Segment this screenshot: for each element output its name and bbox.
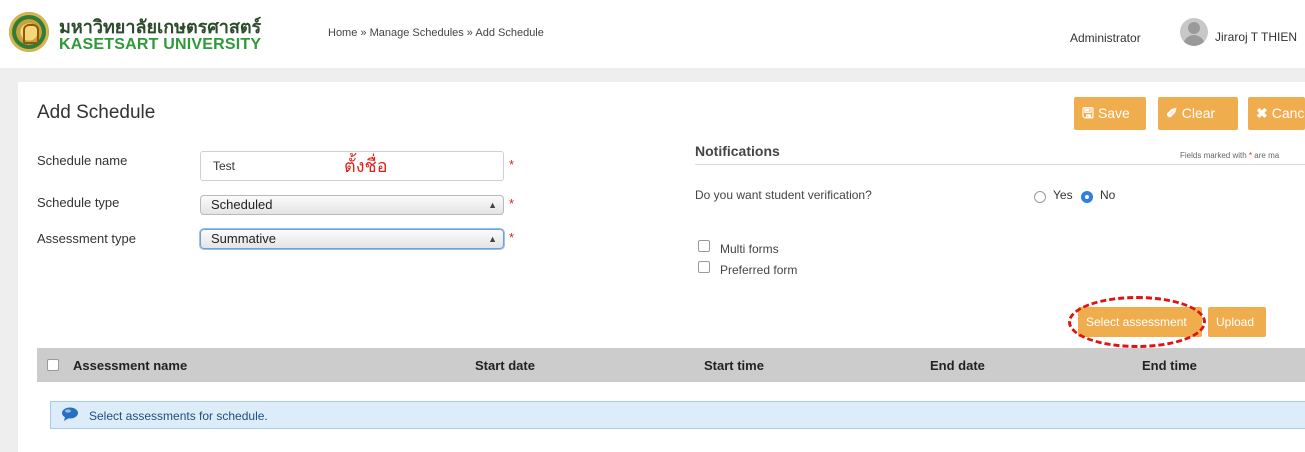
save-button[interactable]: 🖫 Save (1074, 97, 1146, 130)
radio-yes[interactable] (1034, 191, 1046, 203)
university-logo[interactable] (9, 12, 49, 52)
upload-button[interactable]: Upload (1208, 307, 1266, 337)
assessment-type-select[interactable]: Summative ▲ (200, 229, 504, 249)
preferred-form-checkbox[interactable] (698, 261, 710, 273)
cancel-button[interactable]: ✖Cancel (1248, 97, 1305, 130)
page-title: Add Schedule (37, 102, 156, 123)
speech-bubble-icon (62, 407, 78, 421)
notifications-title: Notifications (695, 143, 780, 159)
info-message: Select assessments for schedule. (89, 409, 268, 423)
annotation-thai-note: ตั้งชื่อ (344, 156, 388, 176)
schedule-type-label: Schedule type (37, 195, 120, 210)
fields-note-star: * (1248, 151, 1253, 160)
clear-label: Clear (1181, 105, 1216, 121)
schedule-name-label: Schedule name (37, 153, 128, 168)
verification-question: Do you want student verification? (695, 188, 872, 202)
schedule-type-value: Scheduled (211, 197, 273, 212)
radio-no-label[interactable]: No (1100, 188, 1115, 202)
required-asterisk: * (509, 196, 515, 211)
eraser-icon: ✐ (1166, 105, 1178, 121)
fields-note-suffix: are ma (1254, 151, 1280, 160)
select-assessment-button[interactable]: Select assessment (1078, 307, 1202, 337)
cancel-label: Cancel (1271, 105, 1305, 121)
floppy-disk-icon: 🖫 (1082, 105, 1094, 121)
assessment-type-value: Summative (211, 231, 277, 246)
assessment-table-header: Assessment name Start date Start time En… (37, 348, 1305, 382)
user-avatar-icon[interactable] (1180, 18, 1208, 46)
info-message-box: Select assessments for schedule. (50, 401, 1305, 429)
breadcrumb[interactable]: Home » Manage Schedules » Add Schedule (328, 27, 544, 39)
schedule-type-select[interactable]: Scheduled ▲ (200, 195, 504, 215)
required-asterisk: * (509, 230, 515, 245)
assessment-type-label: Assessment type (37, 231, 136, 246)
multi-forms-checkbox[interactable] (698, 240, 710, 252)
multi-forms-label[interactable]: Multi forms (720, 242, 779, 256)
main-panel (18, 82, 1305, 452)
required-fields-note: Fields marked with * are ma (1180, 151, 1279, 160)
university-name-english: KASETSART UNIVERSITY (59, 36, 262, 53)
close-icon: ✖ (1256, 105, 1268, 121)
user-name[interactable]: Jiraroj T THIEN (1215, 30, 1297, 44)
column-end-time[interactable]: End time (1142, 358, 1197, 373)
notifications-divider (695, 164, 1305, 165)
clear-button[interactable]: ✐ Clear (1158, 97, 1238, 130)
select-arrows-icon: ▲ (488, 200, 497, 210)
top-header: มหาวิทยาลัยเกษตรศาสตร์ KASETSART UNIVERS… (0, 0, 1305, 68)
column-start-time[interactable]: Start time (704, 358, 764, 373)
select-arrows-icon: ▲ (488, 234, 497, 244)
column-end-date[interactable]: End date (930, 358, 985, 373)
preferred-form-label[interactable]: Preferred form (720, 263, 797, 277)
column-start-date[interactable]: Start date (475, 358, 535, 373)
role-label[interactable]: Administrator (1070, 31, 1141, 45)
save-label: Save (1097, 105, 1130, 121)
radio-yes-label[interactable]: Yes (1053, 188, 1073, 202)
column-assessment-name[interactable]: Assessment name (73, 358, 187, 373)
fields-note-prefix: Fields marked with (1180, 151, 1247, 160)
radio-no[interactable] (1081, 191, 1093, 203)
select-all-checkbox[interactable] (47, 359, 59, 371)
required-asterisk: * (509, 157, 515, 172)
